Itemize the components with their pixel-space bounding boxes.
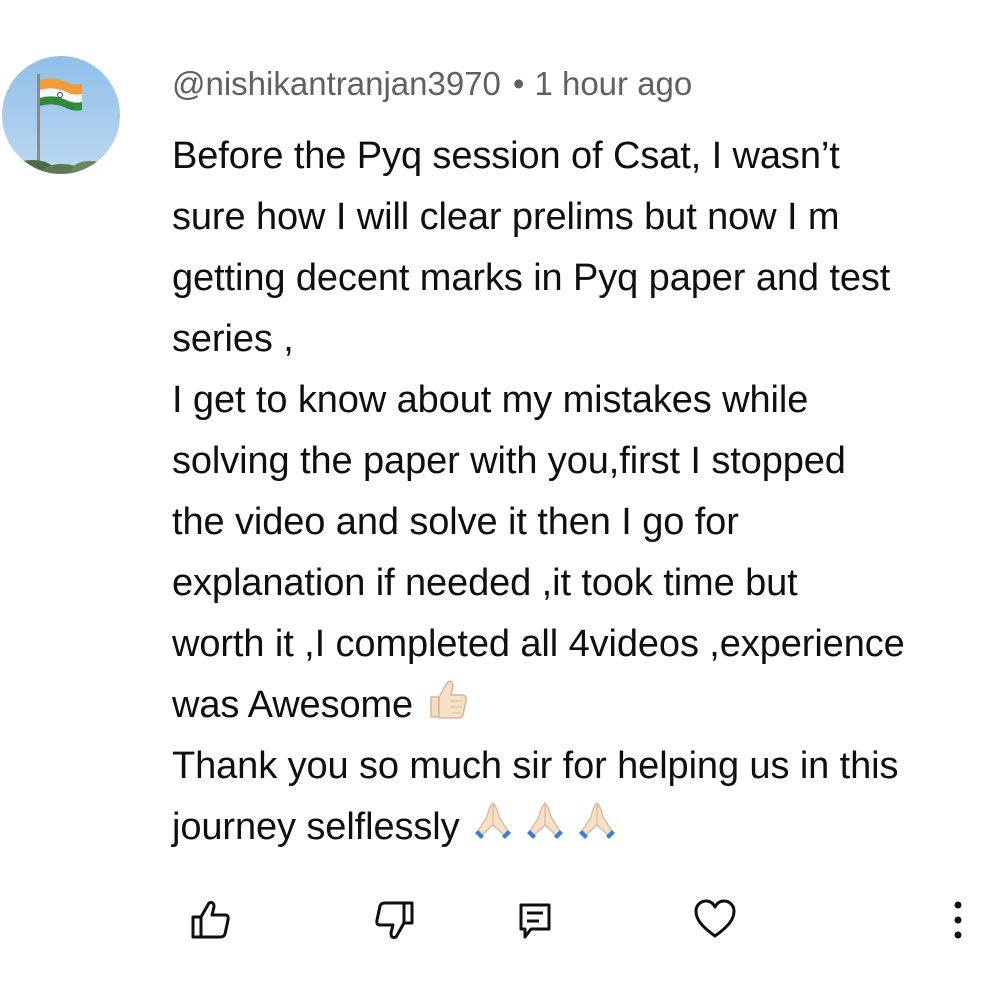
comment-line: Thank you so much sir for helping us in … — [172, 745, 899, 787]
more-vertical-icon — [954, 901, 962, 939]
folded-hands-emoji-icon — [522, 799, 568, 864]
comment-line: I get to know about my mistakes while — [172, 379, 809, 421]
comment-line-with-emoji: was Awesome — [172, 675, 984, 736]
comment-action-bar — [0, 890, 986, 960]
comment-line: solving the paper with you,first I stopp… — [172, 440, 846, 482]
comment-text: Before the Pyq session of Csat, I wasn’t… — [172, 126, 984, 858]
flag-avatar-image — [10, 74, 108, 174]
comment-meta: @nishikantranjan3970 • 1 hour ago — [172, 64, 692, 104]
thumbs-up-outline-icon — [191, 901, 230, 939]
comment-timestamp[interactable]: 1 hour ago — [534, 65, 692, 102]
thumbs-up-emoji-icon — [423, 675, 471, 742]
comment-line: getting decent marks in Pyq paper and te… — [172, 257, 891, 299]
comment-author[interactable]: @nishikantranjan3970 — [172, 65, 501, 102]
comment-line: Before the Pyq session of Csat, I wasn’t — [172, 135, 840, 177]
comment-line: the video and solve it then I go for — [172, 501, 739, 543]
comment-line: series , — [172, 318, 294, 360]
thumbs-down-outline-icon — [375, 901, 414, 939]
meta-separator: • — [512, 65, 525, 102]
like-button[interactable] — [181, 890, 241, 950]
comment-line: journey selflessly — [172, 806, 460, 848]
comment-line-with-emoji: journey selflessly — [172, 797, 984, 858]
reply-button[interactable] — [505, 890, 565, 950]
more-options-button[interactable] — [928, 890, 986, 950]
heart-outline-icon — [694, 899, 736, 938]
comment-line: sure how I will clear prelims but now I … — [172, 196, 840, 238]
comment-line: was Awesome — [172, 684, 414, 726]
comment-line: worth it ,I completed all 4videos ,exper… — [172, 623, 905, 665]
reply-comment-icon — [519, 903, 551, 939]
folded-hands-emoji-icon — [470, 799, 516, 864]
heart-button[interactable] — [685, 890, 745, 950]
folded-hands-emoji-icon — [574, 799, 620, 864]
comment-line: explanation if needed ,it took time but — [172, 562, 798, 604]
dislike-button[interactable] — [364, 890, 424, 950]
avatar[interactable] — [2, 56, 120, 174]
